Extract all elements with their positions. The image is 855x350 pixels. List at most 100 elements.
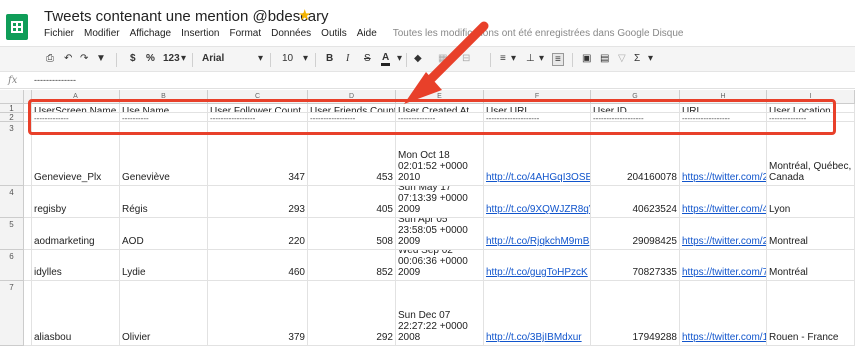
chevron-down-icon[interactable]: ▾ <box>181 53 186 64</box>
location-cell[interactable]: Montréal, Québec, Canada <box>767 122 855 186</box>
user-url-cell[interactable]: http://t.co/RjqkchM9mB <box>484 218 591 250</box>
dash-cell[interactable]: -------------------- <box>484 113 591 122</box>
location-cell[interactable]: Montreal <box>767 218 855 250</box>
align-left-icon[interactable]: ≡ <box>500 53 506 64</box>
row-header-7[interactable]: 7 <box>0 281 24 346</box>
dash-cell[interactable]: ----------------- <box>308 113 396 122</box>
menu-affichage[interactable]: Affichage <box>130 28 172 44</box>
user-name-cell[interactable]: Régis <box>120 186 208 218</box>
created-at-cell[interactable]: Sun May 17 07:13:39 +0000 2009 <box>396 186 484 218</box>
chevron-down-icon[interactable]: ▾ <box>511 53 516 64</box>
created-at-cell[interactable]: Wed Sep 02 00:06:36 +0000 2009 <box>396 250 484 281</box>
dash-cell[interactable]: ------------------- <box>591 113 680 122</box>
dash-cell[interactable]: ---------- <box>120 113 208 122</box>
chevron-down-icon[interactable]: ▾ <box>303 53 308 64</box>
follower-count-cell[interactable]: 379 <box>208 281 308 346</box>
header-cell[interactable]: User Location <box>767 104 855 113</box>
header-cell[interactable]: URL <box>680 104 767 113</box>
insert-chart-icon[interactable]: ▤ <box>600 53 609 64</box>
borders-icon[interactable]: ▦ <box>438 53 447 64</box>
col-header-b[interactable]: B <box>120 90 208 104</box>
friends-count-cell[interactable]: 852 <box>308 250 396 281</box>
text-color-button[interactable]: A <box>381 53 391 66</box>
col-header-e[interactable]: E <box>396 90 484 104</box>
row-header-5[interactable]: 5 <box>0 218 24 250</box>
dash-cell[interactable]: -------------- <box>396 113 484 122</box>
col-header-a[interactable]: A <box>32 90 120 104</box>
merge-cells-icon[interactable]: ⊟ <box>462 53 470 64</box>
header-cell[interactable]: User URL <box>484 104 591 113</box>
follower-count-cell[interactable]: 220 <box>208 218 308 250</box>
created-at-cell[interactable]: Sun Dec 07 22:27:22 +0000 2008 <box>396 281 484 346</box>
bold-button[interactable]: B <box>326 53 333 64</box>
filter-icon[interactable]: ▽ <box>618 53 626 64</box>
location-cell[interactable]: Lyon <box>767 186 855 218</box>
menu-insertion[interactable]: Insertion <box>181 28 219 44</box>
col-header-g[interactable]: G <box>591 90 680 104</box>
font-family-select[interactable]: Arial <box>202 53 224 64</box>
row-header-1[interactable]: 1 <box>0 104 24 113</box>
dash-cell[interactable]: ------------- <box>32 113 120 122</box>
menu-outils[interactable]: Outils <box>321 28 347 44</box>
print-icon[interactable]: ⎙ <box>46 53 54 64</box>
user-name-cell[interactable]: AOD <box>120 218 208 250</box>
user-id-cell[interactable]: 70827335 <box>591 250 680 281</box>
user-name-cell[interactable]: Lydie <box>120 250 208 281</box>
friends-count-cell[interactable]: 292 <box>308 281 396 346</box>
sheets-logo-icon[interactable] <box>6 14 28 40</box>
col-header-c[interactable]: C <box>208 90 308 104</box>
comment-icon[interactable]: ▣ <box>582 53 591 64</box>
vertical-align-icon[interactable]: ⊥ <box>526 53 535 64</box>
font-size-select[interactable]: 10 <box>282 53 293 64</box>
user-id-cell[interactable]: 204160078 <box>591 122 680 186</box>
header-cell[interactable]: Use Name <box>120 104 208 113</box>
friends-count-cell[interactable]: 508 <box>308 218 396 250</box>
strikethrough-button[interactable]: S <box>364 53 371 64</box>
friends-count-cell[interactable]: 453 <box>308 122 396 186</box>
chevron-down-icon[interactable]: ▾ <box>397 53 402 64</box>
user-url-cell[interactable]: http://t.co/9XQWJZR8qV <box>484 186 591 218</box>
created-at-cell[interactable]: Mon Oct 18 02:01:52 +0000 2010 <box>396 122 484 186</box>
url-cell[interactable]: https://twitter.com/4 <box>680 186 767 218</box>
document-title[interactable]: Tweets contenant une mention @bdescary <box>44 8 329 25</box>
menu-aide[interactable]: Aide <box>357 28 377 44</box>
col-header-h[interactable]: H <box>680 90 767 104</box>
row-header-4[interactable]: 4 <box>0 186 24 218</box>
user-url-cell[interactable]: http://t.co/4AHGqI3OSE <box>484 122 591 186</box>
location-cell[interactable]: Rouen - France <box>767 281 855 346</box>
dash-cell[interactable]: -------------- <box>767 113 855 122</box>
select-all-corner[interactable] <box>0 90 24 104</box>
header-cell[interactable]: User Follower Count <box>208 104 308 113</box>
function-icon[interactable]: Σ <box>634 53 640 64</box>
chevron-down-icon[interactable]: ▾ <box>539 53 544 64</box>
row-header-6[interactable]: 6 <box>0 250 24 281</box>
menu-modifier[interactable]: Modifier <box>84 28 120 44</box>
user-name-cell[interactable]: Geneviève <box>120 122 208 186</box>
friends-count-cell[interactable]: 405 <box>308 186 396 218</box>
undo-icon[interactable]: ↶ <box>64 53 72 64</box>
redo-icon[interactable]: ↷ <box>80 53 88 64</box>
location-cell[interactable]: Montréal <box>767 250 855 281</box>
percent-format-button[interactable]: % <box>146 53 155 64</box>
url-cell[interactable]: https://twitter.com/2 <box>680 122 767 186</box>
paint-format-icon[interactable]: ▼ <box>96 53 106 64</box>
user-id-cell[interactable]: 40623524 <box>591 186 680 218</box>
header-cell[interactable]: User Friends Count <box>308 104 396 113</box>
col-header-d[interactable]: D <box>308 90 396 104</box>
follower-count-cell[interactable]: 293 <box>208 186 308 218</box>
url-cell[interactable]: https://twitter.com/7 <box>680 250 767 281</box>
url-cell[interactable]: https://twitter.com/1 <box>680 281 767 346</box>
italic-button[interactable]: I <box>346 53 349 64</box>
col-header-empty[interactable] <box>24 90 32 104</box>
row-header-2[interactable]: 2 <box>0 113 24 122</box>
menu-fichier[interactable]: Fichier <box>44 28 74 44</box>
fill-color-icon[interactable]: ◆ <box>414 53 422 64</box>
header-cell[interactable]: UserScreen Name <box>32 104 120 113</box>
col-header-i[interactable]: I <box>767 90 855 104</box>
screen-name-cell[interactable]: idylles <box>32 250 120 281</box>
screen-name-cell[interactable]: Genevieve_Plx <box>32 122 120 186</box>
formula-input[interactable]: -------------- <box>34 75 76 85</box>
number-format-button[interactable]: 123 <box>163 53 180 64</box>
user-url-cell[interactable]: http://t.co/gugToHPzcK <box>484 250 591 281</box>
user-id-cell[interactable]: 17949288 <box>591 281 680 346</box>
